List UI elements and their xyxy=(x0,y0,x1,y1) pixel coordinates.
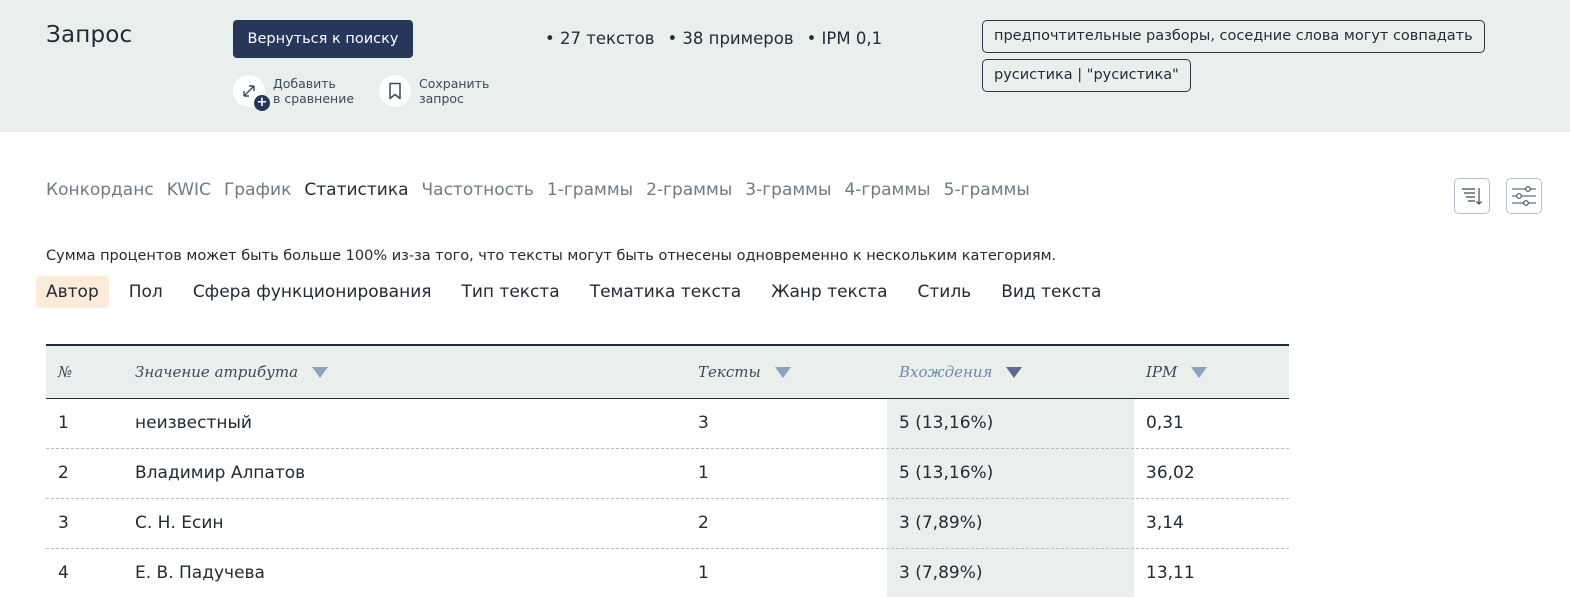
tab-2-grams[interactable]: 2-граммы xyxy=(646,180,732,200)
cell-value: неизвестный xyxy=(135,413,252,433)
tab-concordance[interactable]: Конкорданс xyxy=(46,180,154,200)
cell-value: Е. В. Падучева xyxy=(135,563,265,583)
cell-num: 1 xyxy=(58,413,69,433)
cell-occurrences: 3 (7,89%) xyxy=(899,513,983,533)
add-to-compare-line1: Добавить xyxy=(273,76,336,91)
table-row: 1 неизвестный 3 5 (13,16%) 0,31 xyxy=(46,399,1289,449)
sort-lines-icon xyxy=(1462,188,1482,205)
cell-occurrences: 3 (7,89%) xyxy=(899,563,983,583)
cell-texts: 3 xyxy=(698,413,709,433)
category-tab-gender[interactable]: Пол xyxy=(119,276,173,308)
query-header: Запрос Вернуться к поиску + Добавить в с… xyxy=(0,0,1570,132)
category-tab-sphere[interactable]: Сфера функционирования xyxy=(183,276,442,308)
category-tab-genre[interactable]: Жанр текста xyxy=(761,276,897,308)
header-texts: Тексты xyxy=(698,346,791,398)
tab-frequency[interactable]: Частотность xyxy=(422,180,534,200)
cell-ipm: 13,11 xyxy=(1146,563,1195,583)
stat-examples: • 38 примеров xyxy=(667,29,794,48)
tab-1-grams[interactable]: 1-граммы xyxy=(547,180,633,200)
table-row: 2 Владимир Алпатов 1 5 (13,16%) 36,02 xyxy=(46,449,1289,499)
header-texts-label: Тексты xyxy=(698,363,761,381)
category-tab-text-kind[interactable]: Вид текста xyxy=(991,276,1111,308)
sliders-icon xyxy=(1512,186,1536,206)
header-value: Значение атрибута xyxy=(135,346,329,398)
tab-3-grams[interactable]: 3-граммы xyxy=(745,180,831,200)
stat-ipm: • IPM 0,1 xyxy=(806,29,883,48)
tab-5-grams[interactable]: 5-граммы xyxy=(944,180,1030,200)
query-option-chip[interactable]: предпочтительные разборы, соседние слова… xyxy=(982,20,1485,53)
header-ipm-label: IPM xyxy=(1146,363,1178,381)
compare-icon-circle: + xyxy=(233,75,270,111)
table-header: № Значение атрибута Тексты Вхождения IPM xyxy=(46,346,1289,399)
cell-occurrences: 5 (13,16%) xyxy=(899,463,994,483)
header-value-label: Значение атрибута xyxy=(135,363,299,381)
cell-num: 3 xyxy=(58,513,69,533)
category-tab-topic[interactable]: Тематика текста xyxy=(580,276,751,308)
table-row: 3 С. Н. Есин 2 3 (7,89%) 3,14 xyxy=(46,499,1289,549)
stat-texts: • 27 текстов xyxy=(545,29,655,48)
back-to-search-button[interactable]: Вернуться к поиску xyxy=(233,20,413,58)
cell-texts: 2 xyxy=(698,513,709,533)
sort-button[interactable] xyxy=(1454,178,1490,214)
statistics-table: № Значение атрибута Тексты Вхождения IPM… xyxy=(46,344,1289,598)
settings-button[interactable] xyxy=(1506,178,1542,214)
table-body: 1 неизвестный 3 5 (13,16%) 0,31 2 Владим… xyxy=(46,399,1289,598)
cell-num: 4 xyxy=(58,563,69,583)
plus-icon: + xyxy=(254,95,270,111)
sort-triangle-icon[interactable] xyxy=(1191,366,1208,378)
category-tab-text-type[interactable]: Тип текста xyxy=(451,276,569,308)
save-query-line2: запрос xyxy=(419,91,464,106)
cell-value: С. Н. Есин xyxy=(135,513,224,533)
cell-ipm: 0,31 xyxy=(1146,413,1184,433)
save-query-line1: Сохранить xyxy=(419,76,490,91)
view-tabs: Конкорданс KWIC График Статистика Частот… xyxy=(46,180,1030,200)
add-to-compare-line2: в сравнение xyxy=(273,91,355,106)
header-num-label: № xyxy=(58,363,73,381)
save-query-button[interactable]: Сохранить запрос xyxy=(379,75,489,107)
tab-kwic[interactable]: KWIC xyxy=(167,180,211,200)
header-occurrences: Вхождения xyxy=(899,346,1023,398)
header-ipm: IPM xyxy=(1146,346,1208,398)
tab-4-grams[interactable]: 4-граммы xyxy=(844,180,930,200)
save-query-label: Сохранить запрос xyxy=(419,76,489,106)
sort-triangle-icon[interactable] xyxy=(312,366,329,378)
tab-statistics[interactable]: Статистика xyxy=(304,180,408,200)
category-tab-author[interactable]: Автор xyxy=(36,276,109,308)
page-title: Запрос xyxy=(46,22,133,48)
cell-ipm: 36,02 xyxy=(1146,463,1195,483)
cell-ipm: 3,14 xyxy=(1146,513,1184,533)
cell-texts: 1 xyxy=(698,463,709,483)
tab-graph[interactable]: График xyxy=(224,180,291,200)
cell-num: 2 xyxy=(58,463,69,483)
add-to-compare-button[interactable]: + Добавить в сравнение xyxy=(233,75,354,111)
add-to-compare-label: Добавить в сравнение xyxy=(273,76,354,106)
query-term-chip[interactable]: русистика | "русистика" xyxy=(982,59,1191,92)
bookmark-icon xyxy=(389,82,401,100)
cell-occurrences: 5 (13,16%) xyxy=(899,413,994,433)
percentage-note: Сумма процентов может быть больше 100% и… xyxy=(46,248,1057,264)
query-stats: • 27 текстов • 38 примеров • IPM 0,1 xyxy=(545,29,882,48)
header-num: № xyxy=(58,346,72,398)
header-occurrences-label: Вхождения xyxy=(899,363,993,381)
sort-triangle-icon[interactable] xyxy=(1006,366,1023,378)
category-tabs: Автор Пол Сфера функционирования Тип тек… xyxy=(36,276,1121,308)
table-row: 4 Е. В. Падучева 1 3 (7,89%) 13,11 xyxy=(46,549,1289,598)
category-tab-style[interactable]: Стиль xyxy=(908,276,982,308)
cell-texts: 1 xyxy=(698,563,709,583)
sort-triangle-icon[interactable] xyxy=(774,366,791,378)
cell-value: Владимир Алпатов xyxy=(135,463,306,483)
bookmark-icon-circle xyxy=(379,75,411,107)
